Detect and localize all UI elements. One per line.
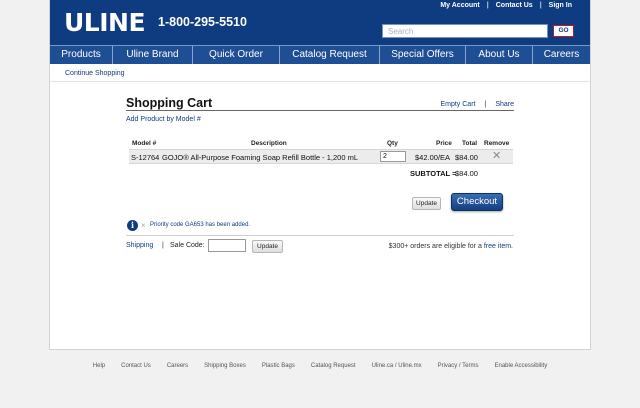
subtotal-value: $84.00 [455,169,478,178]
dismiss-icon[interactable]: × [141,221,146,230]
continue-shopping-link[interactable]: Continue Shopping [65,70,125,77]
uline-logo[interactable]: ULINE [64,8,146,38]
col-model: Model # [132,140,157,147]
page-frame: ULINE 1-800-295-5510 My Account | Contac… [49,0,591,350]
quantity-input[interactable]: 2 [380,151,406,162]
link-separator: | [486,2,489,9]
footer-careers-link[interactable]: Careers [167,363,188,369]
promo-text: $300+ orders are eligible for a [388,243,484,250]
main-nav: Products Uline Brand Quick Order Catalog… [50,45,590,64]
section-divider [126,235,514,236]
priority-code-message: Priority code GA653 has been added. [150,222,251,228]
nav-uline-brand[interactable]: Uline Brand [113,46,193,64]
item-total: $84.00 [455,153,478,162]
item-model[interactable]: S-12764 [131,153,159,162]
promo-suffix: . [511,243,513,250]
footer-contact-link[interactable]: Contact Us [121,363,151,369]
footer-help-link[interactable]: Help [93,363,105,369]
share-link[interactable]: Share [495,101,514,108]
nav-careers[interactable]: Careers [533,46,590,64]
account-links: My Account | Contact Us | Sign In [440,2,572,9]
footer-uline-ca-mx-link[interactable]: Uline.ca / Uline.mx [372,363,422,369]
empty-cart-link[interactable]: Empty Cart [440,101,475,108]
sale-code-label: Sale Code: [170,242,205,249]
nav-special-offers[interactable]: Special Offers [380,46,466,64]
cart-table: Model # Description Qty Price Total Remo… [129,139,513,164]
info-icon: i [127,220,138,231]
search-go-button[interactable]: GO [553,25,574,37]
checkout-button[interactable]: Checkout [451,193,503,211]
col-remove: Remove [484,140,510,147]
nav-catalog-request[interactable]: Catalog Request [280,46,380,64]
subtotal-label: SUBTOTAL = [410,169,457,178]
site-footer: Help Contact Us Careers Shipping Boxes P… [0,363,640,369]
sign-in-link[interactable]: Sign In [549,2,572,9]
item-description[interactable]: GOJO® All-Purpose Foaming Soap Refill Bo… [162,153,358,162]
sale-code-input[interactable] [208,239,246,252]
link-separator: | [484,101,487,108]
breadcrumb-bar: Continue Shopping [50,64,590,82]
nav-products[interactable]: Products [50,46,113,64]
footer-privacy-link[interactable]: Privacy / Terms [438,363,479,369]
site-header: ULINE 1-800-295-5510 My Account | Contac… [50,0,590,45]
table-row: S-12764 GOJO® All-Purpose Foaming Soap R… [129,149,513,164]
cart-actions: Empty Cart | Share [440,101,514,108]
close-icon[interactable]: ✕ [492,150,501,163]
nav-quick-order[interactable]: Quick Order [193,46,280,64]
item-price: $42.00/EA [415,153,451,162]
my-account-link[interactable]: My Account [440,2,479,9]
footer-catalog-link[interactable]: Catalog Request [311,363,356,369]
free-item-promo: $300+ orders are eligible for a free ite… [389,243,513,250]
footer-shipping-boxes-link[interactable]: Shipping Boxes [204,363,246,369]
title-divider [126,110,514,111]
col-price: Price [436,140,452,147]
col-description: Description [251,140,287,147]
sale-code-update-button[interactable]: Update [252,240,283,253]
search-input[interactable]: Search [382,24,548,38]
link-separator: | [162,242,164,249]
phone-number: 1-800-295-5510 [158,15,247,29]
free-item-link[interactable]: free item [484,243,511,250]
contact-us-link[interactable]: Contact Us [496,2,533,9]
shipping-link[interactable]: Shipping [126,242,153,249]
add-product-by-model-link[interactable]: Add Product by Model # [126,116,201,123]
col-qty: Qty [387,140,398,147]
footer-accessibility-link[interactable]: Enable Accessibility [495,363,548,369]
footer-plastic-bags-link[interactable]: Plastic Bags [262,363,295,369]
table-header-row: Model # Description Qty Price Total Remo… [129,139,513,149]
nav-about-us[interactable]: About Us [466,46,533,64]
link-separator: | [539,2,542,9]
col-total: Total [462,140,478,147]
page-title: Shopping Cart [126,96,213,110]
update-cart-button[interactable]: Update [412,197,441,210]
